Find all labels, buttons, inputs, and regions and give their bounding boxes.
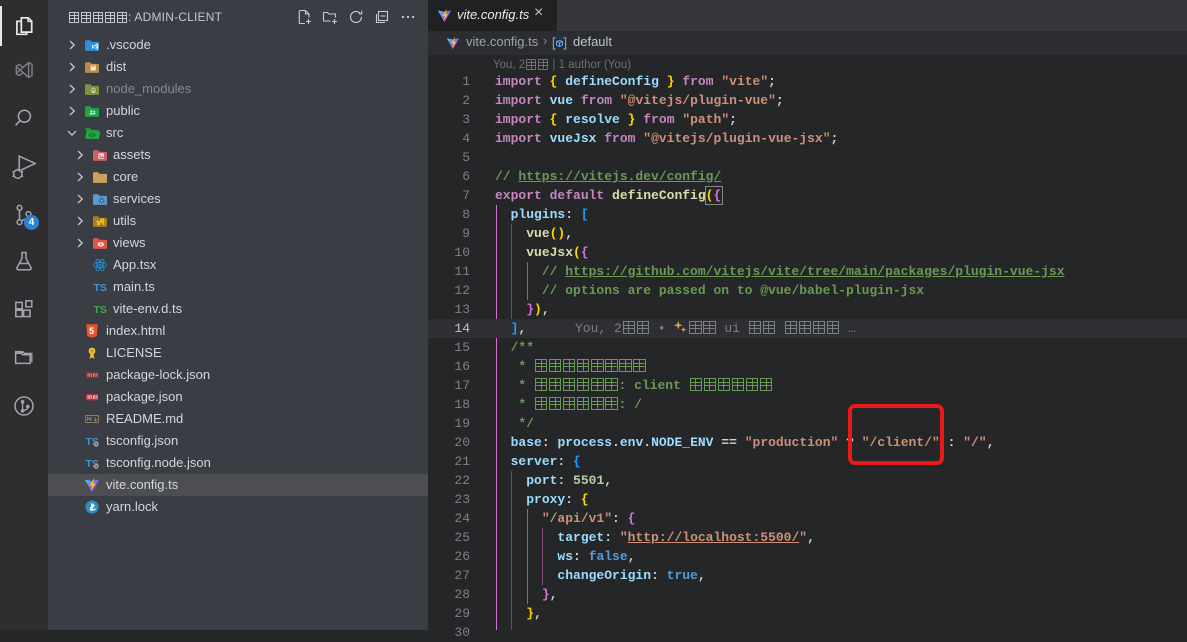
svg-text:TS: TS xyxy=(94,282,107,294)
svg-text:5: 5 xyxy=(89,326,94,336)
svg-text:TS: TS xyxy=(94,304,107,316)
